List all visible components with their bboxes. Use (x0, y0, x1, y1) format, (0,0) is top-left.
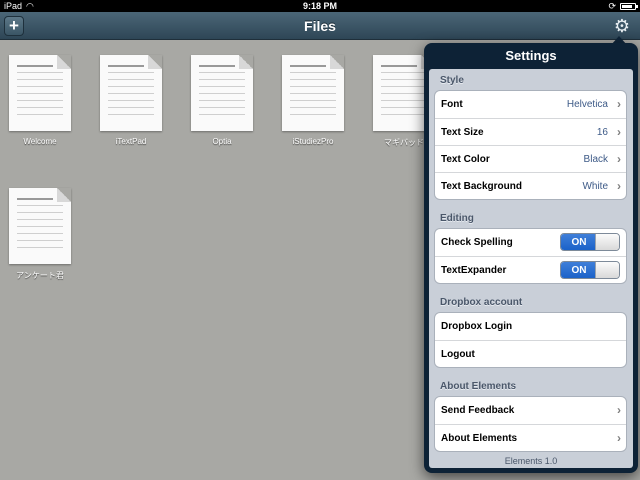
file-name: Welcome (23, 137, 57, 146)
settings-group-editing: Check Spelling ON TextExpander ON (434, 228, 627, 284)
settings-row-font[interactable]: Font Helvetica › (435, 91, 626, 118)
settings-group-about-elements: Send Feedback › About Elements › (434, 396, 627, 452)
settings-row-logout[interactable]: Logout (435, 340, 626, 367)
rotation-lock-icon: ⟳ (608, 1, 616, 11)
settings-row-text-size[interactable]: Text Size 16 › (435, 118, 626, 145)
row-label: Dropbox Login (441, 321, 513, 332)
file-name: iStudiezPro (292, 137, 334, 146)
toggle-knob[interactable] (595, 262, 619, 278)
settings-group-dropbox-account: Dropbox Login Logout (434, 312, 627, 368)
nav-bar: + Files ⚙ (0, 12, 640, 40)
chevron-right-icon: › (617, 403, 621, 417)
toggle-state: ON (561, 234, 597, 250)
toggle-switch[interactable]: ON (560, 261, 620, 279)
chevron-right-icon: › (617, 152, 621, 166)
file-name: iTextPad (115, 137, 147, 146)
document-icon (9, 188, 71, 264)
toggle-switch[interactable]: ON (560, 233, 620, 251)
row-label: Check Spelling (441, 237, 513, 248)
settings-row-textexpander[interactable]: TextExpander ON (435, 256, 626, 283)
row-label: Logout (441, 349, 475, 360)
document-icon (100, 55, 162, 131)
row-label: About Elements (441, 433, 518, 444)
toggle-knob[interactable] (595, 234, 619, 250)
file-item[interactable]: Welcome (0, 55, 80, 146)
row-label: Font (441, 99, 463, 110)
row-value: White (582, 181, 608, 192)
document-icon (282, 55, 344, 131)
file-name: アンケート君 (16, 271, 64, 280)
settings-row-text-background[interactable]: Text Background White › (435, 172, 626, 199)
document-icon (191, 55, 253, 131)
settings-row-text-color[interactable]: Text Color Black › (435, 145, 626, 172)
clock: 9:18 PM (302, 1, 337, 11)
row-label: Text Size (441, 127, 484, 138)
battery-icon (620, 2, 638, 10)
document-icon (9, 55, 71, 131)
settings-row-check-spelling[interactable]: Check Spelling ON (435, 229, 626, 256)
gear-icon[interactable]: ⚙ (612, 16, 632, 36)
status-bar: iPad ◠ 9:18 PM ⟳ (0, 0, 640, 12)
section-title-style: Style (440, 75, 464, 86)
section-title-dropbox-account: Dropbox account (440, 297, 523, 308)
row-value: Black (583, 154, 608, 165)
version-label: Elements 1.0 (504, 456, 558, 466)
file-item[interactable]: iStudiezPro (273, 55, 353, 146)
section-title-about-elements: About Elements (440, 381, 517, 392)
row-label: Text Color (441, 154, 490, 165)
settings-row-dropbox-login[interactable]: Dropbox Login (435, 313, 626, 340)
chevron-right-icon: › (617, 125, 621, 139)
row-label: Send Feedback (441, 405, 515, 416)
row-value: 16 (596, 127, 608, 138)
settings-list: Elements 1.0 Style Font Helvetica › Text Siz… (429, 69, 633, 468)
popover-title: Settings (505, 48, 557, 63)
settings-popover: Settings Elements 1.0 Style Font Helvetica… (424, 43, 638, 473)
chevron-right-icon: › (617, 431, 621, 445)
file-item[interactable]: iTextPad (91, 55, 171, 146)
row-value: Helvetica (566, 99, 608, 110)
section-title-editing: Editing (440, 213, 474, 224)
file-name: Optia (212, 137, 232, 146)
toggle-state: ON (561, 262, 597, 278)
settings-row-send-feedback[interactable]: Send Feedback › (435, 397, 626, 424)
file-item[interactable]: アンケート君 (0, 188, 80, 281)
battery-level (622, 4, 633, 8)
row-label: Text Background (441, 181, 522, 192)
row-label: TextExpander (441, 265, 507, 276)
settings-row-about-elements[interactable]: About Elements › (435, 424, 626, 451)
page-title: Files (304, 18, 336, 34)
chevron-right-icon: › (617, 97, 621, 111)
settings-group-style: Font Helvetica › Text Size 16 › Text Color Blac… (434, 90, 627, 200)
chevron-right-icon: › (617, 179, 621, 193)
file-item[interactable]: Optia (182, 55, 262, 146)
